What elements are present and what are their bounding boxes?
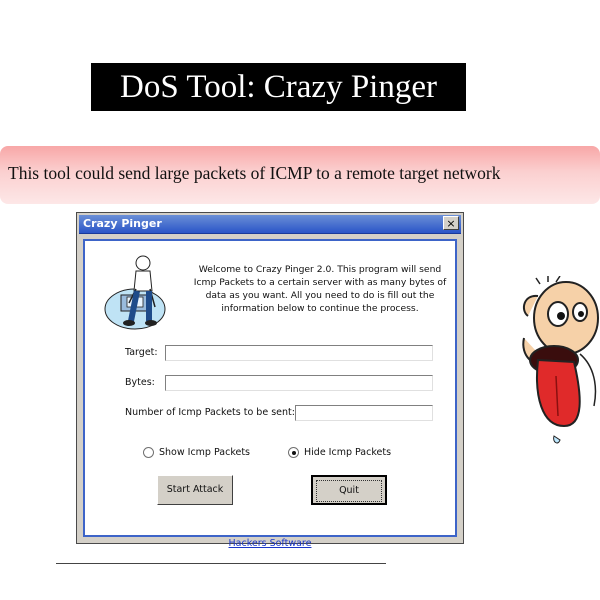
start-attack-button[interactable]: Start Attack	[157, 475, 233, 505]
bytes-input[interactable]	[165, 375, 433, 391]
crazy-pinger-window: Crazy Pinger × Welcome to Crazy Pinger 2…	[76, 212, 464, 549]
hide-packets-label: Hide Icmp Packets	[304, 447, 392, 458]
dialog-client-area: Welcome to Crazy Pinger 2.0. This progra…	[83, 239, 457, 549]
packets-label: Number of Icmp Packets to be sent:	[125, 407, 295, 418]
show-packets-label: Show Icmp Packets	[159, 447, 251, 458]
banner-text: This tool could send large packets of IC…	[8, 163, 501, 183]
show-packets-option[interactable]: Show Icmp Packets	[143, 447, 250, 458]
window-title: Crazy Pinger	[83, 217, 162, 230]
hide-packets-radio[interactable]	[288, 447, 299, 458]
close-button[interactable]: ×	[443, 216, 459, 230]
slide-title: DoS Tool: Crazy Pinger	[91, 63, 466, 111]
target-input[interactable]	[165, 345, 433, 361]
start-attack-label: Start Attack	[166, 484, 224, 495]
quit-label: Quit	[316, 480, 382, 502]
computer-user-icon	[104, 255, 166, 330]
crazy-face-cartoon	[522, 276, 599, 444]
window-titlebar[interactable]: Crazy Pinger ×	[79, 215, 461, 234]
divider-line	[56, 563, 386, 564]
packets-input[interactable]	[295, 405, 433, 421]
hide-packets-option[interactable]: Hide Icmp Packets	[288, 447, 391, 458]
close-icon: ×	[446, 217, 456, 230]
quit-button[interactable]: Quit	[311, 475, 387, 505]
hackers-software-link[interactable]: Hackers Software	[85, 538, 455, 549]
show-packets-radio[interactable]	[143, 447, 154, 458]
welcome-message: Welcome to Crazy Pinger 2.0. This progra…	[193, 264, 447, 314]
target-label: Target:	[125, 347, 158, 358]
bytes-label: Bytes:	[125, 377, 155, 388]
